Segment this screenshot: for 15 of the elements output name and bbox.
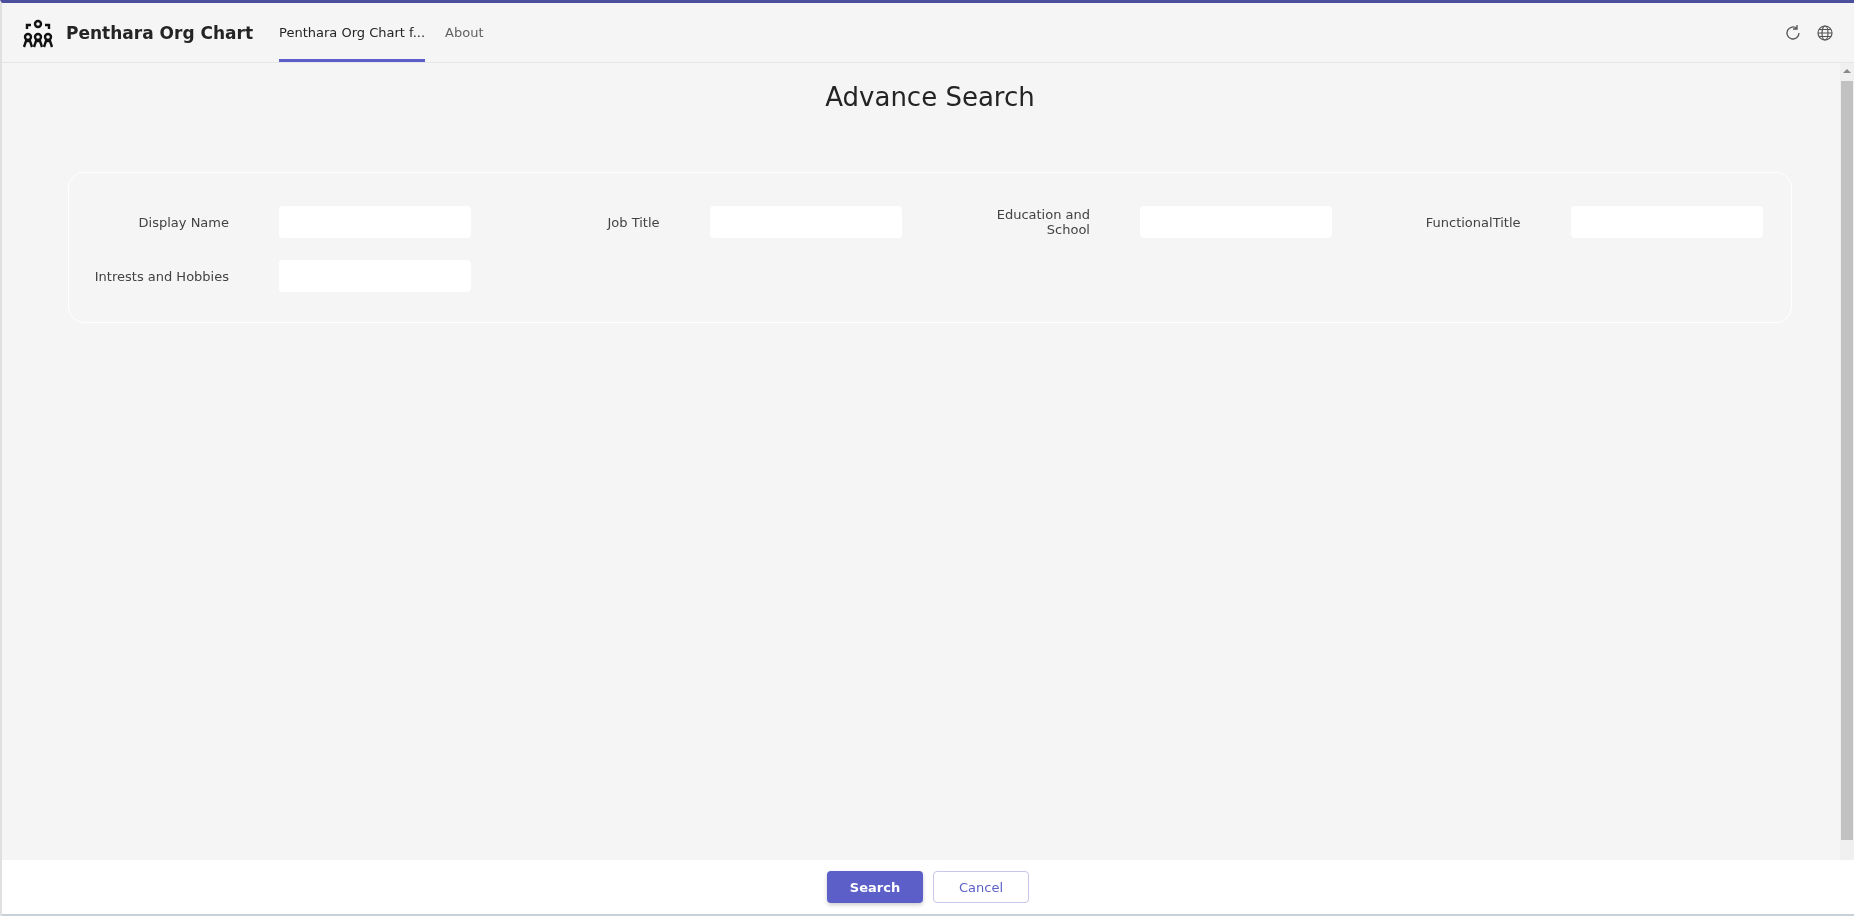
refresh-icon[interactable] <box>1784 23 1802 42</box>
field-label: Intrests and Hobbies <box>93 268 229 284</box>
globe-icon[interactable] <box>1816 23 1834 42</box>
nav-tab[interactable]: Penthara Org Chart f... <box>279 3 426 62</box>
nav-tab[interactable]: About <box>445 3 484 62</box>
search-button[interactable]: Search <box>827 871 923 903</box>
field-label: Display Name <box>137 214 229 230</box>
app-title: Penthara Org Chart <box>66 22 254 43</box>
scrollbar[interactable] <box>1840 63 1854 860</box>
page-title: Advance Search <box>825 82 1035 112</box>
field-label: FunctionalTitle <box>1424 214 1521 230</box>
field-label: Job Title <box>605 214 660 230</box>
cancel-button[interactable]: Cancel <box>933 871 1029 903</box>
field-label: Education and School <box>995 207 1090 237</box>
scroll-up-arrow-icon[interactable] <box>1842 67 1852 75</box>
